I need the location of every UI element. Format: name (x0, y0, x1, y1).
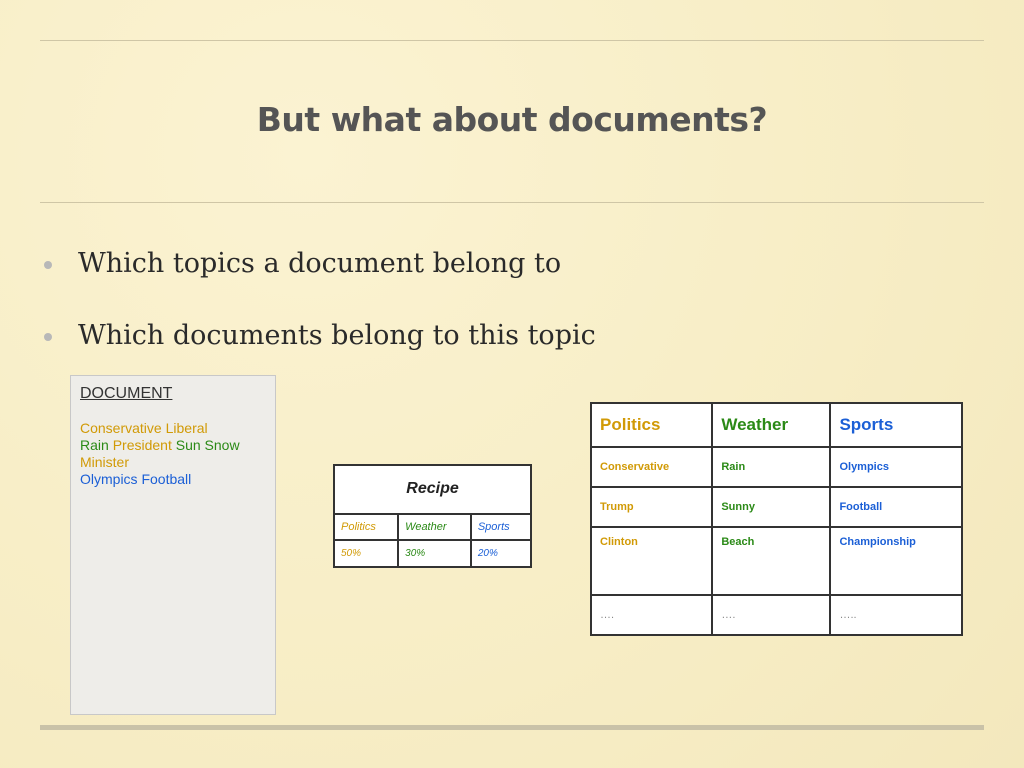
top-rule (40, 40, 984, 41)
topic-cell: Clinton (589, 526, 714, 596)
table-row: Conservative Rain Olympics (589, 446, 963, 488)
word-olympics: Olympics (80, 471, 138, 487)
document-line: Olympics Football (80, 471, 240, 488)
bullet-dot-icon (44, 261, 52, 269)
topic-cell: …. (589, 594, 714, 636)
table-row: Clinton Beach Championship (589, 526, 963, 596)
recipe-title-row: Recipe (333, 464, 532, 515)
recipe-title: Recipe (333, 464, 532, 515)
topic-cell: ….. (829, 594, 963, 636)
document-line: Conservative Liberal (80, 420, 240, 437)
bottom-rule (40, 725, 984, 730)
word-rain: Rain (80, 437, 109, 453)
topic-header-weather: Weather (711, 402, 832, 448)
topics-table: Politics Weather Sports Conservative Rai… (589, 402, 963, 636)
document-panel: DOCUMENT Conservative Liberal Rain Presi… (70, 375, 276, 715)
recipe-category-weather: Weather (397, 512, 472, 542)
recipe-category-sports: Sports (469, 512, 533, 542)
topics-header-row: Politics Weather Sports (589, 402, 963, 448)
topic-cell: …. (711, 594, 832, 636)
title-divider (40, 202, 984, 203)
word-football: Football (141, 471, 192, 487)
word-president: President (112, 437, 172, 453)
slide-title: But what about documents? (256, 100, 768, 139)
word-sun: Sun (175, 437, 201, 453)
recipe-category-row: Politics Weather Sports (332, 512, 533, 542)
topic-cell: Trump (589, 486, 714, 528)
bullet-dot-icon (44, 333, 52, 341)
topic-cell: Beach (711, 526, 832, 596)
topic-cell: Rain (711, 446, 832, 488)
topic-cell: Sunny (711, 486, 832, 528)
recipe-percent-weather: 30% (397, 539, 472, 568)
bullet-item: Which documents belong to this topic (42, 320, 596, 356)
recipe-percent-politics: 50% (332, 539, 400, 568)
topic-cell: Olympics (829, 446, 963, 488)
topic-cell: Football (829, 486, 963, 528)
recipe-percent-sports: 20% (469, 539, 533, 568)
recipe-percentage-row: 50% 30% 20% (332, 539, 533, 568)
word-minister: Minister (80, 454, 130, 470)
word-conservative: Conservative (80, 420, 162, 436)
table-row: Trump Sunny Football (589, 486, 963, 528)
bullet-list: Which topics a document belong to Which … (42, 248, 596, 392)
topic-cell: Championship (829, 526, 963, 596)
topic-header-sports: Sports (829, 402, 963, 448)
table-row: …. …. ….. (589, 594, 963, 636)
bullet-text: Which topics a document belong to (78, 248, 562, 279)
document-line: Rain President Sun Snow (80, 437, 240, 454)
bullet-text: Which documents belong to this topic (78, 320, 596, 351)
word-liberal: Liberal (165, 420, 208, 436)
recipe-category-politics: Politics (332, 512, 400, 542)
document-line: Minister (80, 454, 240, 471)
word-snow: Snow (204, 437, 240, 453)
recipe-table: Recipe Politics Weather Sports 50% 30% 2… (332, 464, 533, 568)
bullet-item: Which topics a document belong to (42, 248, 596, 284)
document-heading: DOCUMENT (80, 385, 173, 402)
document-words: Conservative Liberal Rain President Sun … (80, 420, 240, 488)
topic-header-politics: Politics (589, 402, 714, 448)
topic-cell: Conservative (589, 446, 714, 488)
